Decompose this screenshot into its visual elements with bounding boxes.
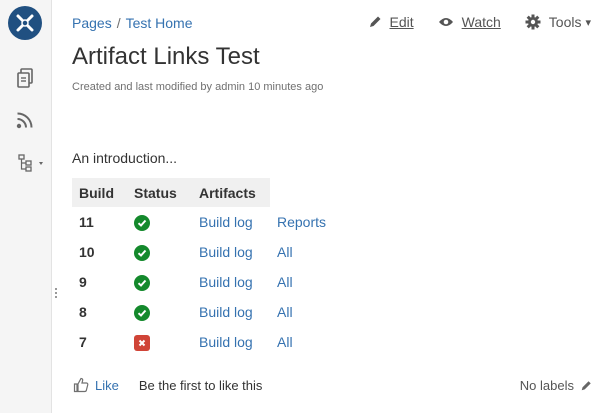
tools-label: Tools [548, 14, 582, 30]
breadcrumb-test-home-link[interactable]: Test Home [126, 15, 193, 31]
reports-link[interactable]: Reports [277, 214, 326, 230]
success-check-icon [134, 244, 150, 261]
pages-icon[interactable] [14, 67, 36, 89]
watch-label: Watch [461, 14, 501, 30]
sidebar [0, 0, 52, 413]
success-check-icon [134, 274, 150, 291]
failure-x-icon [134, 334, 150, 351]
build-log-link[interactable]: Build log [199, 274, 253, 290]
build-log-link[interactable]: Build log [199, 214, 253, 230]
header-build: Build [72, 178, 127, 207]
pencil-icon [369, 16, 380, 27]
edit-label: Edit [389, 14, 414, 30]
page-metadata: Created and last modified by admin 10 mi… [72, 81, 324, 93]
builds-table: Build Status Artifacts 11 Build log Repo… [72, 178, 334, 357]
build-log-link[interactable]: Build log [199, 244, 253, 260]
header-artifacts: Artifacts [192, 178, 270, 207]
page-title: Artifact Links Test [72, 43, 260, 70]
edit-button[interactable]: Edit [368, 14, 414, 30]
all-artifacts-link[interactable]: All [277, 244, 293, 260]
thumbs-up-icon[interactable] [73, 377, 89, 393]
rss-feed-icon[interactable] [14, 109, 36, 131]
all-artifacts-link[interactable]: All [277, 304, 293, 320]
page-actions: Edit Watch Tools ▾ [344, 14, 591, 30]
watch-button[interactable]: Watch [438, 14, 501, 30]
build-number: 10 [79, 244, 95, 260]
like-button[interactable]: Like [95, 378, 119, 393]
page-tree-icon[interactable] [14, 152, 48, 174]
eye-icon [438, 18, 453, 26]
confluence-logo-icon[interactable] [8, 6, 42, 40]
all-artifacts-link[interactable]: All [277, 274, 293, 290]
tools-menu-button[interactable]: Tools ▾ [525, 14, 591, 30]
breadcrumb-separator: / [116, 15, 121, 31]
build-log-link[interactable]: Build log [199, 334, 253, 350]
table-row: 11 Build log Reports [72, 207, 333, 237]
header-status: Status [127, 178, 192, 207]
gear-icon [525, 14, 541, 30]
labels-section: No labels [520, 378, 592, 393]
edit-labels-pencil-icon[interactable] [580, 380, 592, 392]
table-header-row: Build Status Artifacts [72, 178, 334, 207]
table-row: 9 Build log All [72, 267, 333, 297]
breadcrumb-pages-link[interactable]: Pages [72, 15, 112, 31]
build-number: 11 [79, 214, 94, 230]
breadcrumb: Pages / Test Home [72, 15, 193, 31]
build-log-link[interactable]: Build log [199, 304, 253, 320]
success-check-icon [134, 214, 150, 231]
build-number: 8 [79, 304, 87, 320]
table-row: 8 Build log All [72, 297, 333, 327]
no-labels-text: No labels [519, 378, 574, 393]
like-section: Like Be the first to like this [73, 377, 262, 393]
build-number: 9 [79, 274, 87, 290]
success-check-icon [134, 304, 150, 321]
table-row: 10 Build log All [72, 237, 333, 267]
chevron-down-icon: ▾ [585, 16, 591, 29]
build-number: 7 [79, 334, 87, 350]
table-row: 7 Build log All [72, 327, 333, 357]
like-summary: Be the first to like this [138, 377, 263, 393]
all-artifacts-link[interactable]: All [277, 334, 293, 350]
intro-paragraph: An introduction... [72, 150, 178, 166]
sidebar-resize-handle[interactable] [54, 288, 58, 302]
